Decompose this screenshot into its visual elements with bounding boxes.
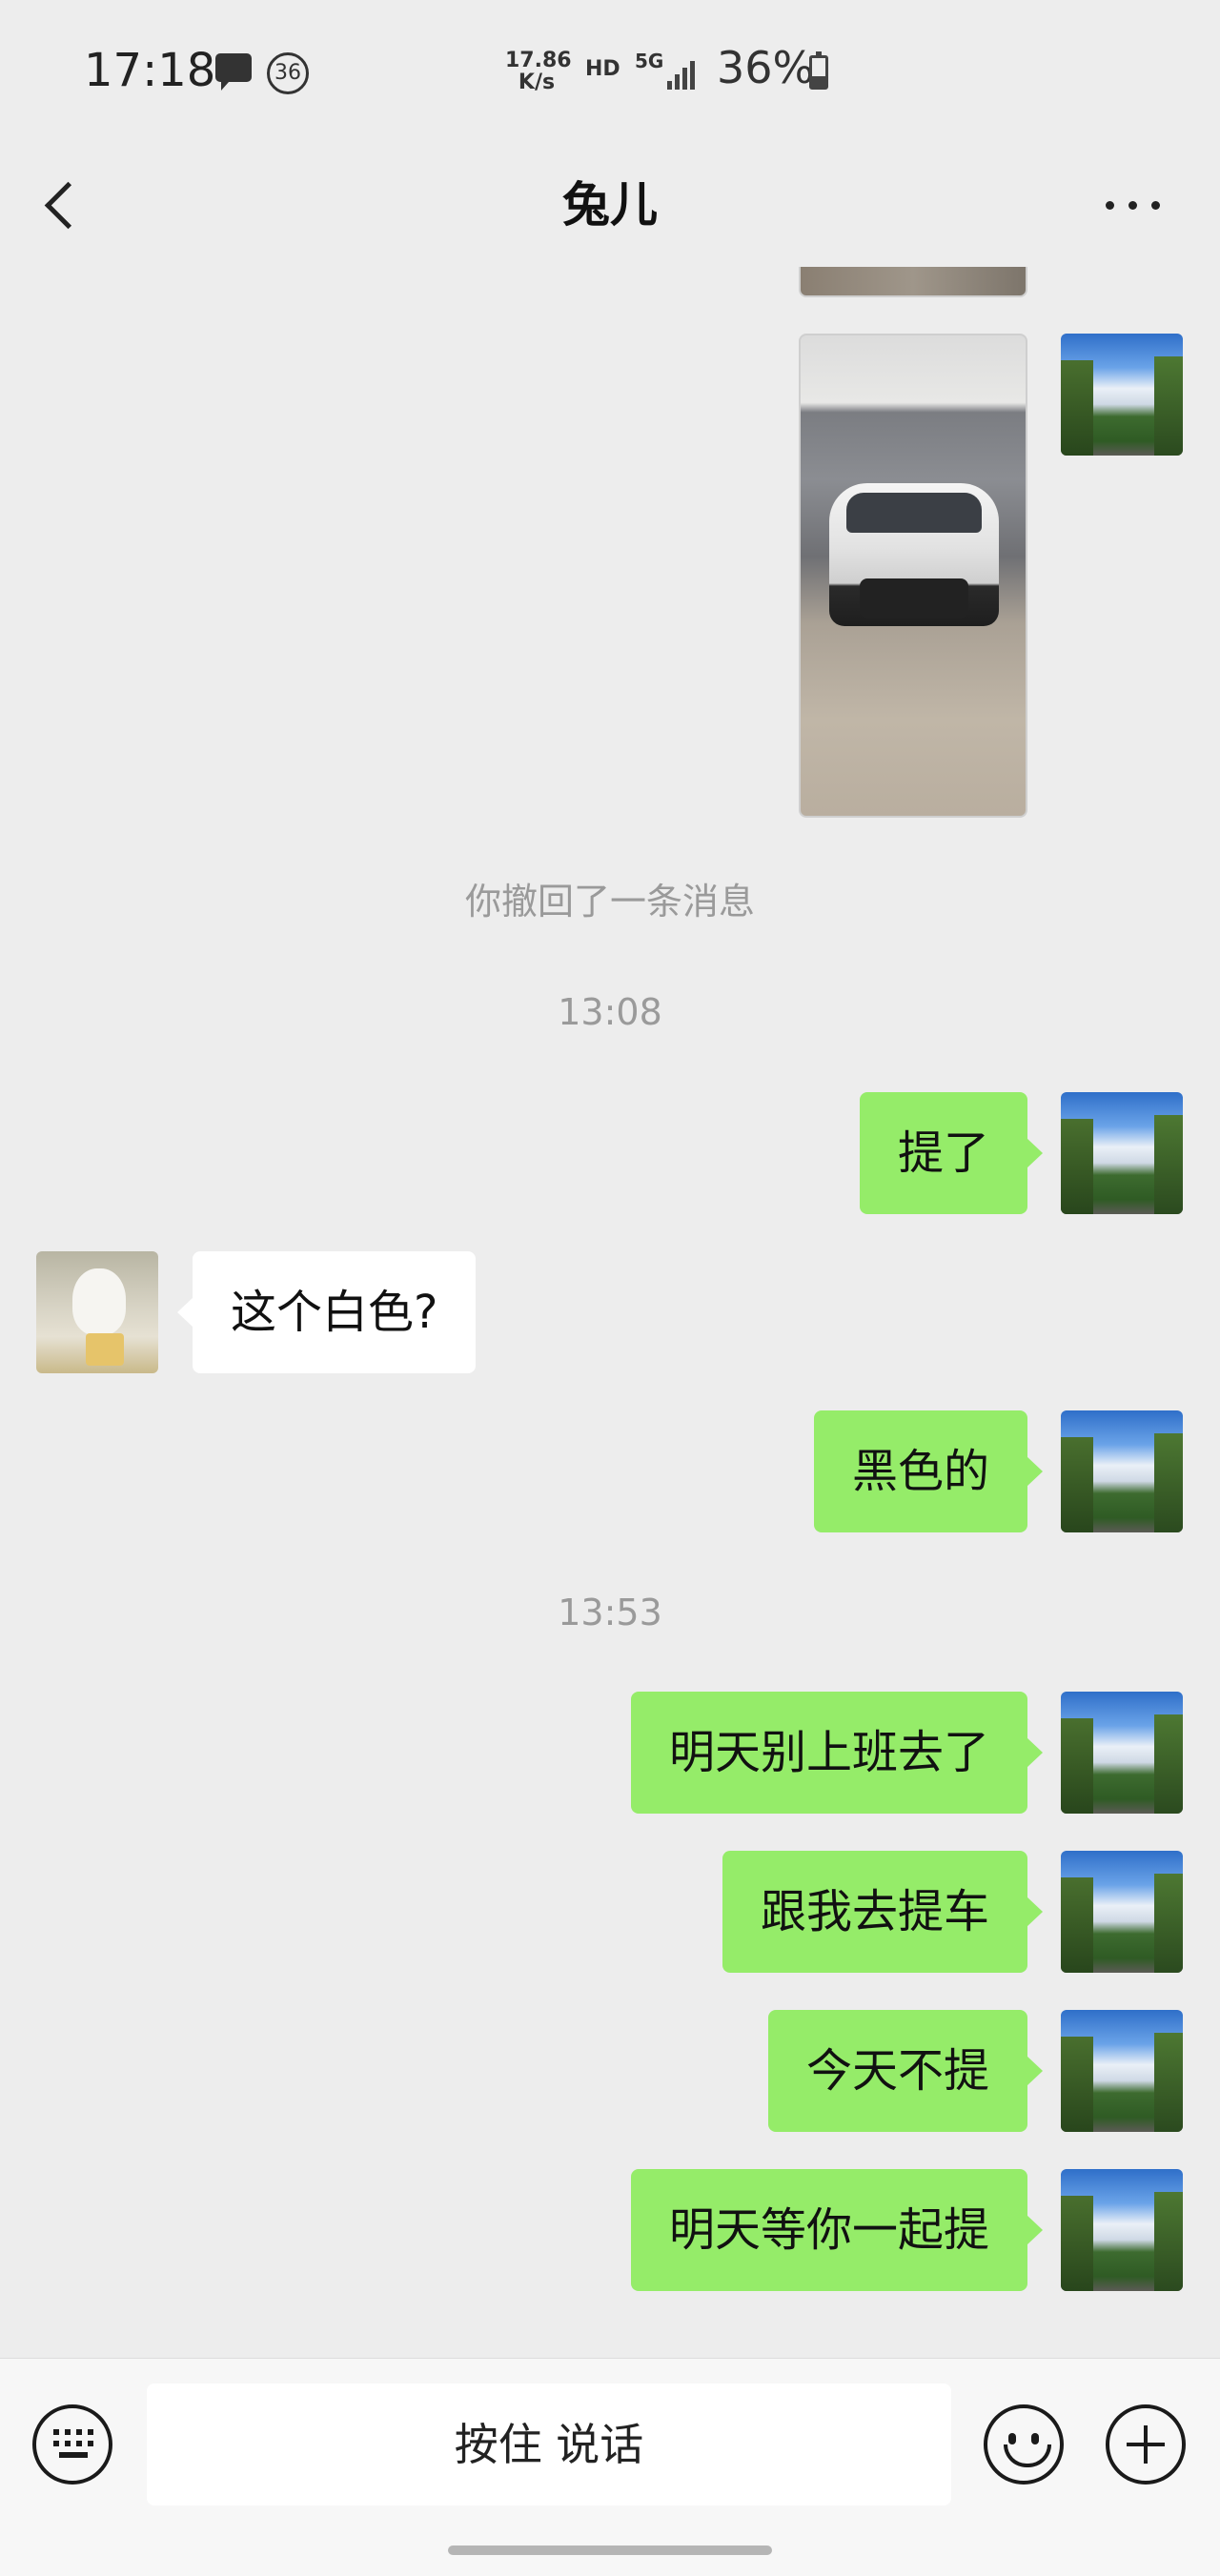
chat-input-bar: 按住 说话	[0, 2358, 1220, 2576]
battery-percent: 36%	[717, 42, 815, 93]
avatar-other[interactable]	[36, 1251, 158, 1373]
message-bubble-other[interactable]: 这个白色?	[176, 1251, 477, 1373]
message-notification-icon	[215, 53, 252, 91]
battery-icon	[809, 51, 828, 90]
avatar-me[interactable]	[1061, 334, 1183, 456]
network-speed-unit: K/s	[518, 71, 556, 94]
chat-header: 兔儿	[0, 143, 1220, 267]
avatar-me[interactable]	[1061, 2010, 1183, 2132]
message-bubble-me[interactable]: 明天别上班去了	[630, 1692, 1044, 1814]
message-bubble-me[interactable]: 今天不提	[767, 2010, 1044, 2132]
timestamp: 13:08	[558, 991, 662, 1033]
avatar-me[interactable]	[1061, 1410, 1183, 1532]
message-bubble-me[interactable]: 明天等你一起提	[630, 2169, 1044, 2291]
signal-icon	[667, 55, 705, 90]
avatar-me[interactable]	[1061, 2169, 1183, 2291]
more-options-button[interactable]	[1096, 181, 1172, 229]
message-bubble-me[interactable]: 黑色的	[813, 1410, 1044, 1532]
image-message-car[interactable]	[799, 334, 1027, 818]
status-bar: 17:18 36 17.86 K/s HD 5G 36%	[0, 0, 1220, 143]
network-speed: 17.86 K/s	[505, 49, 572, 94]
keyboard-toggle-button[interactable]	[32, 2404, 112, 2485]
network-speed-value: 17.86	[505, 49, 572, 72]
avatar-me[interactable]	[1061, 1692, 1183, 1814]
avatar-me[interactable]	[1061, 1851, 1183, 1973]
message-bubble-me[interactable]: 跟我去提车	[722, 1851, 1044, 1973]
avatar-me[interactable]	[1061, 1092, 1183, 1214]
message-bubble-me[interactable]: 提了	[859, 1092, 1044, 1214]
network-type-indicator: 5G	[635, 50, 664, 72]
more-horizontal-icon	[1106, 201, 1114, 210]
more-functions-button[interactable]	[1106, 2404, 1186, 2485]
recall-notice: 你撤回了一条消息	[464, 881, 755, 923]
notification-count-badge: 36	[267, 52, 309, 94]
status-time: 17:18	[84, 44, 216, 97]
keyboard-icon	[53, 2429, 93, 2460]
hd-indicator: HD	[585, 57, 620, 81]
emoji-button[interactable]	[984, 2404, 1064, 2485]
home-indicator[interactable]	[448, 2546, 772, 2555]
hold-to-talk-button[interactable]: 按住 说话	[147, 2383, 951, 2505]
chat-title: 兔儿	[562, 177, 658, 233]
image-message-partial[interactable]	[799, 267, 1027, 297]
timestamp: 13:53	[558, 1592, 662, 1633]
